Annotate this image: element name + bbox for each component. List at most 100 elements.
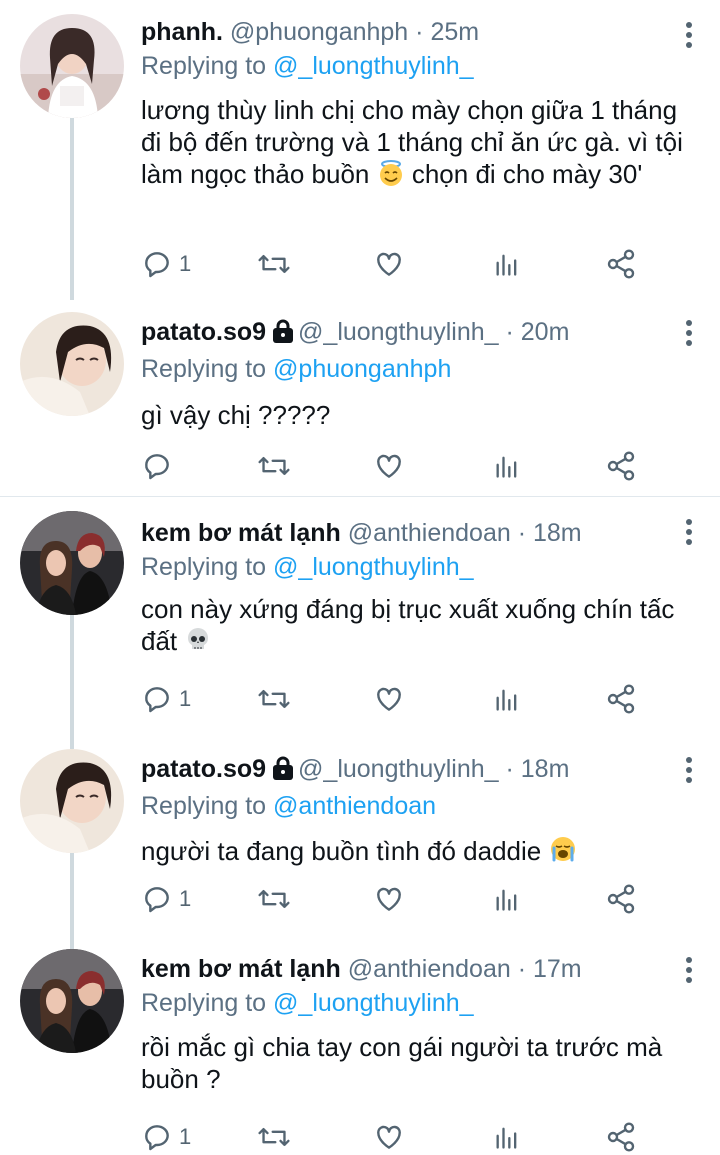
analytics-button[interactable] <box>493 683 521 715</box>
mention-link[interactable]: @phuonganhph <box>273 355 451 383</box>
avatar[interactable] <box>20 511 124 615</box>
separator: · <box>510 519 533 547</box>
reply-count: 1 <box>179 251 192 276</box>
timestamp[interactable]: 18m <box>521 755 570 783</box>
reply-button[interactable] <box>141 450 179 482</box>
like-icon <box>377 687 401 711</box>
replying-label: Replying to <box>141 52 274 80</box>
action-bar: 1 <box>141 248 640 280</box>
retweet-button[interactable] <box>257 683 291 715</box>
user-handle[interactable]: @_luongthuylinh_ <box>298 755 499 783</box>
analytics-button[interactable] <box>493 450 521 482</box>
replying-label: Replying to <box>141 355 274 383</box>
reply-button[interactable]: 1 <box>141 248 191 280</box>
like-icon <box>377 1125 401 1149</box>
replying-label: Replying to <box>141 553 274 581</box>
analytics-button[interactable] <box>493 248 521 280</box>
analytics-icon <box>496 889 517 911</box>
timestamp[interactable]: 20m <box>521 318 570 346</box>
timestamp[interactable]: 18m <box>533 519 582 547</box>
retweet-button[interactable] <box>257 883 291 915</box>
tweet-text-part: con này xứng đáng bị trục xuất xuống chí… <box>141 594 675 656</box>
reply-button[interactable]: 1 <box>141 883 191 915</box>
user-handle[interactable]: @anthiendoan <box>348 519 511 547</box>
replying-to: Replying to @phuonganhph <box>141 353 700 385</box>
replying-to: Replying to @_luongthuylinh_ <box>141 50 700 82</box>
mention-link[interactable]: @_luongthuylinh_ <box>273 989 474 1017</box>
share-button[interactable] <box>605 450 637 482</box>
avatar[interactable] <box>20 949 124 1053</box>
lock-icon <box>272 319 294 351</box>
share-icon <box>607 249 635 279</box>
thread-line <box>70 853 74 935</box>
reply-count: 1 <box>179 686 192 711</box>
retweet-icon <box>258 254 290 274</box>
tweet-text-part: người ta đang buồn tình đó daddie <box>141 836 542 866</box>
tweet-text: lương thùy linh chị cho mày chọn giữa 1 … <box>141 94 700 194</box>
tweet-text: người ta đang buồn tình đó daddie <box>141 834 700 871</box>
share-button[interactable] <box>605 1121 637 1153</box>
separator: · <box>408 18 431 46</box>
mention-link[interactable]: @anthiendoan <box>273 792 436 820</box>
action-bar: 1 <box>141 683 640 715</box>
retweet-button[interactable] <box>257 248 291 280</box>
smiling-face-with-halo-icon <box>377 159 405 194</box>
mention-link[interactable]: @_luongthuylinh_ <box>273 553 474 581</box>
like-button[interactable] <box>373 683 405 715</box>
separator: · <box>498 318 521 346</box>
share-button[interactable] <box>605 248 637 280</box>
user-handle[interactable]: @anthiendoan <box>348 955 511 983</box>
tweet-4[interactable]: patato.so9 @_luongthuylinh_ · 18m Replyin… <box>0 735 720 935</box>
retweet-icon <box>258 689 290 709</box>
analytics-button[interactable] <box>493 1121 521 1153</box>
like-button[interactable] <box>373 1121 405 1153</box>
display-name[interactable]: phanh. <box>141 18 223 46</box>
like-button[interactable] <box>373 883 405 915</box>
share-button[interactable] <box>605 683 637 715</box>
user-handle[interactable]: @phuonganhph <box>230 18 408 46</box>
avatar[interactable] <box>20 749 124 853</box>
display-name[interactable]: patato.so9 <box>141 755 266 783</box>
retweet-button[interactable] <box>257 1121 291 1153</box>
share-button[interactable] <box>605 883 637 915</box>
reply-count: 1 <box>179 886 192 911</box>
retweet-icon <box>258 889 290 909</box>
reply-icon <box>145 1125 169 1151</box>
action-bar: 1 <box>141 1121 640 1153</box>
tweet-text: rồi mắc gì chia tay con gái người ta trư… <box>141 1032 663 1094</box>
tweet-5[interactable]: kem bơ mát lạnh @anthiendoan · 17m Reply… <box>0 935 720 1155</box>
tweet-text-part: chọn đi cho mày 30' <box>404 159 643 189</box>
thread-line <box>70 935 74 949</box>
like-icon <box>377 454 401 478</box>
avatar[interactable] <box>20 14 124 118</box>
mention-link[interactable]: @_luongthuylinh_ <box>273 52 474 80</box>
share-icon <box>607 451 635 481</box>
tweet-1[interactable]: phanh. @phuonganhph · 25m Replying to @_… <box>0 0 720 300</box>
like-button[interactable] <box>373 248 405 280</box>
loudly-crying-face-icon <box>548 834 578 871</box>
like-button[interactable] <box>373 450 405 482</box>
action-bar <box>141 450 640 482</box>
display-name[interactable]: kem bơ mát lạnh <box>141 955 341 983</box>
reply-button[interactable]: 1 <box>141 683 191 715</box>
timestamp[interactable]: 17m <box>533 955 582 983</box>
replying-label: Replying to <box>141 792 274 820</box>
tweet-3[interactable]: kem bơ mát lạnh @anthiendoan · 18m Reply… <box>0 497 720 735</box>
like-icon <box>377 887 401 911</box>
analytics-button[interactable] <box>493 883 521 915</box>
thread-line <box>70 735 74 749</box>
replying-label: Replying to <box>141 989 274 1017</box>
user-handle[interactable]: @_luongthuylinh_ <box>298 318 499 346</box>
timestamp[interactable]: 25m <box>430 18 479 46</box>
reply-count: 1 <box>179 1124 192 1149</box>
tweet-2[interactable]: patato.so9 @_luongthuylinh_ · 20m Replyin… <box>0 300 720 496</box>
display-name[interactable]: kem bơ mát lạnh <box>141 519 341 547</box>
action-bar: 1 <box>141 883 640 915</box>
retweet-button[interactable] <box>257 450 291 482</box>
thread-line <box>70 118 74 300</box>
display-name[interactable]: patato.so9 <box>141 318 266 346</box>
reply-button[interactable]: 1 <box>141 1121 191 1153</box>
analytics-icon <box>496 1127 517 1149</box>
thread-line <box>70 615 74 735</box>
avatar[interactable] <box>20 312 124 416</box>
